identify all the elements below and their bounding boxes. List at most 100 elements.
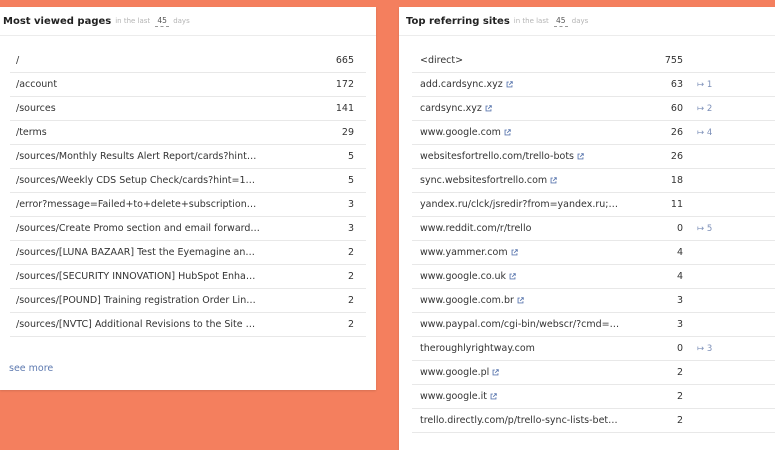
external-link-icon[interactable] (492, 369, 500, 376)
page-row[interactable]: / 665 (10, 49, 366, 73)
page-row[interactable]: /sources/[LUNA BAZAAR] Test the Eyemagin… (10, 241, 366, 265)
view-count: 5 (347, 175, 354, 186)
referrer-row[interactable]: yandex.ru/clck/jsredir?from=yandex.ru;… 1… (412, 193, 775, 217)
page-path[interactable]: /sources/[SECURITY INNOVATION] HubSpot E… (10, 271, 260, 282)
referrer-row[interactable]: websitesfortrello.com/trello-bots 26 (412, 145, 775, 169)
days-input[interactable]: 45 (553, 16, 568, 27)
referral-count: 0 (676, 343, 683, 354)
page-path[interactable]: /sources/Monthly Results Alert Report/ca… (10, 151, 260, 162)
referrer-name[interactable]: www.yammer.com (420, 247, 508, 258)
external-link-icon[interactable] (485, 105, 492, 112)
period-suffix: days (173, 17, 190, 25)
pages-list: / 665/account 172/sources 141/terms 29/sourc… (10, 49, 366, 337)
referrer-row[interactable]: add.cardsync.xyz 63 ↦ 1 (412, 73, 775, 97)
external-link-icon[interactable] (550, 177, 557, 184)
page-path[interactable]: /terms (10, 127, 260, 138)
referrer-name[interactable]: sync.websitesfortrello.com (420, 175, 547, 186)
referrers-list: <direct> 755 add.cardsync.xyz 63 ↦ 1 cardsync… (412, 49, 775, 433)
referrer-name[interactable]: www.google.com.br (420, 295, 514, 306)
external-link-icon[interactable] (504, 129, 511, 136)
page-row[interactable]: /terms 29 (10, 121, 366, 145)
referrer-name[interactable]: add.cardsync.xyz (420, 79, 503, 90)
page-row[interactable]: /account 172 (10, 73, 366, 97)
page-row[interactable]: /sources/[NVTC] Additional Revisions to … (10, 313, 366, 337)
page-path[interactable]: /sources/Weekly CDS Setup Check/cards?hi… (10, 175, 260, 186)
referrer-row[interactable]: www.google.co.uk 4 (412, 265, 775, 289)
external-link-icon[interactable] (506, 81, 513, 88)
view-count: 2 (347, 247, 354, 258)
external-link-icon[interactable] (511, 249, 518, 256)
referrer-name[interactable]: cardsync.xyz (420, 103, 482, 114)
external-link-icon[interactable] (517, 297, 524, 304)
referrer-name[interactable]: yandex.ru/clck/jsredir?from=yandex.ru;… (420, 199, 618, 210)
rank-indicator[interactable]: ↦ 2 (683, 104, 757, 114)
page-row[interactable]: /sources/[SECURITY INNOVATION] HubSpot E… (10, 265, 366, 289)
rank-indicator[interactable]: ↦ 3 (683, 344, 757, 354)
card-title: Top referring sites (406, 15, 510, 27)
referrer-name[interactable]: www.google.it (420, 391, 487, 402)
referrer-name-cell: www.google.it (412, 391, 620, 402)
referral-count: 755 (664, 55, 683, 66)
referrer-row[interactable]: sync.websitesfortrello.com 18 (412, 169, 775, 193)
days-input[interactable]: 45 (155, 16, 170, 27)
referrer-name[interactable]: <direct> (420, 55, 463, 66)
referrer-row[interactable]: trello.directly.com/p/trello-sync-lists-… (412, 409, 775, 433)
referrer-name[interactable]: trello.directly.com/p/trello-sync-lists-… (420, 415, 618, 426)
rank-indicator[interactable]: ↦ 5 (683, 224, 757, 234)
top-referring-sites-card: Top referring sites in the last 45 days … (399, 7, 775, 450)
external-link-icon[interactable] (490, 393, 497, 400)
referrer-row[interactable]: www.google.com.br 3 (412, 289, 775, 313)
page-path[interactable]: /sources/Create Promo section and email … (10, 223, 260, 234)
referral-count: 18 (670, 175, 683, 186)
referrer-row[interactable]: cardsync.xyz 60 ↦ 2 (412, 97, 775, 121)
page-row[interactable]: /sources/Create Promo section and email … (10, 217, 366, 241)
referrer-row[interactable]: theroughlyrightway.com 0 ↦ 3 (412, 337, 775, 361)
referrer-row[interactable]: www.google.pl 2 (412, 361, 775, 385)
page-path[interactable]: /account (10, 79, 260, 90)
page-row[interactable]: /sources/[POUND] Training registration O… (10, 289, 366, 313)
page-path[interactable]: / (10, 55, 260, 66)
page-path[interactable]: /error?message=Failed+to+delete+subscrip… (10, 199, 260, 210)
referrer-name-cell: cardsync.xyz (412, 103, 620, 114)
referrer-name[interactable]: www.google.pl (420, 367, 489, 378)
referrer-name-cell: trello.directly.com/p/trello-sync-lists-… (412, 415, 620, 426)
page-row[interactable]: /sources/Weekly CDS Setup Check/cards?hi… (10, 169, 366, 193)
rank-indicator[interactable]: ↦ 1 (683, 80, 757, 90)
external-link-icon[interactable] (509, 273, 516, 280)
page-row[interactable]: /sources 141 (10, 97, 366, 121)
see-more-link[interactable]: see more (9, 363, 53, 374)
referrer-name[interactable]: www.google.com (420, 127, 501, 138)
referral-count: 4 (676, 271, 683, 282)
referrer-row[interactable]: www.yammer.com 4 (412, 241, 775, 265)
referral-count: 2 (676, 415, 683, 426)
page-path[interactable]: /sources (10, 103, 260, 114)
referral-count: 26 (670, 127, 683, 138)
referrer-name-cell: add.cardsync.xyz (412, 79, 620, 90)
referrer-name[interactable]: www.paypal.com/cgi-bin/webscr/?cmd=_… (420, 319, 620, 330)
referrer-name[interactable]: theroughlyrightway.com (420, 343, 535, 354)
period-suffix: days (571, 17, 589, 25)
referrer-name[interactable]: www.reddit.com/r/trello (420, 223, 531, 234)
referrer-name-cell: www.paypal.com/cgi-bin/webscr/?cmd=_… (412, 319, 620, 330)
referrer-row[interactable]: www.paypal.com/cgi-bin/webscr/?cmd=_… 3 (412, 313, 775, 337)
referrer-name[interactable]: www.google.co.uk (420, 271, 506, 282)
view-count: 2 (347, 295, 354, 306)
referral-count: 11 (670, 199, 683, 210)
page-row[interactable]: /sources/Monthly Results Alert Report/ca… (10, 145, 366, 169)
page-path[interactable]: /sources/[LUNA BAZAAR] Test the Eyemagin… (10, 247, 260, 258)
referral-count: 2 (676, 367, 683, 378)
referrer-row[interactable]: www.reddit.com/r/trello 0 ↦ 5 (412, 217, 775, 241)
view-count: 172 (335, 79, 354, 90)
referrer-name[interactable]: websitesfortrello.com/trello-bots (420, 151, 574, 162)
referrer-row[interactable]: <direct> 755 (412, 49, 775, 73)
referrer-row[interactable]: www.google.it 2 (412, 385, 775, 409)
referrer-name-cell: www.google.com.br (412, 295, 620, 306)
page-path[interactable]: /sources/[NVTC] Additional Revisions to … (10, 319, 260, 330)
external-link-icon[interactable] (577, 153, 584, 160)
referrer-row[interactable]: www.google.com 26 ↦ 4 (412, 121, 775, 145)
view-count: 3 (347, 199, 354, 210)
page-row[interactable]: /error?message=Failed+to+delete+subscrip… (10, 193, 366, 217)
view-count: 29 (341, 127, 354, 138)
rank-indicator[interactable]: ↦ 4 (683, 128, 757, 138)
page-path[interactable]: /sources/[POUND] Training registration O… (10, 295, 260, 306)
